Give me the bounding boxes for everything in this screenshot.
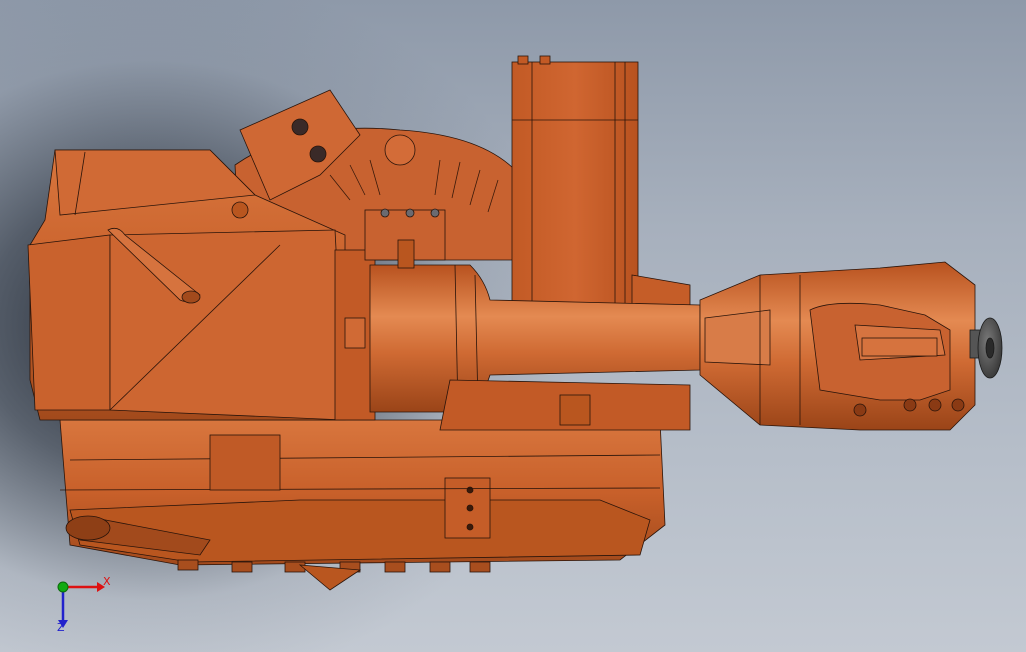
lower-base xyxy=(59,419,666,591)
view-orientation-triad: X Z xyxy=(45,570,120,640)
robot-arm-model[interactable] xyxy=(0,0,1026,652)
x-axis-label: X xyxy=(103,575,111,588)
upper-arm-tower xyxy=(511,55,691,308)
z-axis-label: Z xyxy=(57,621,65,634)
graphics-viewport[interactable]: X Z xyxy=(0,0,1026,652)
wrist-assembly xyxy=(699,261,976,431)
